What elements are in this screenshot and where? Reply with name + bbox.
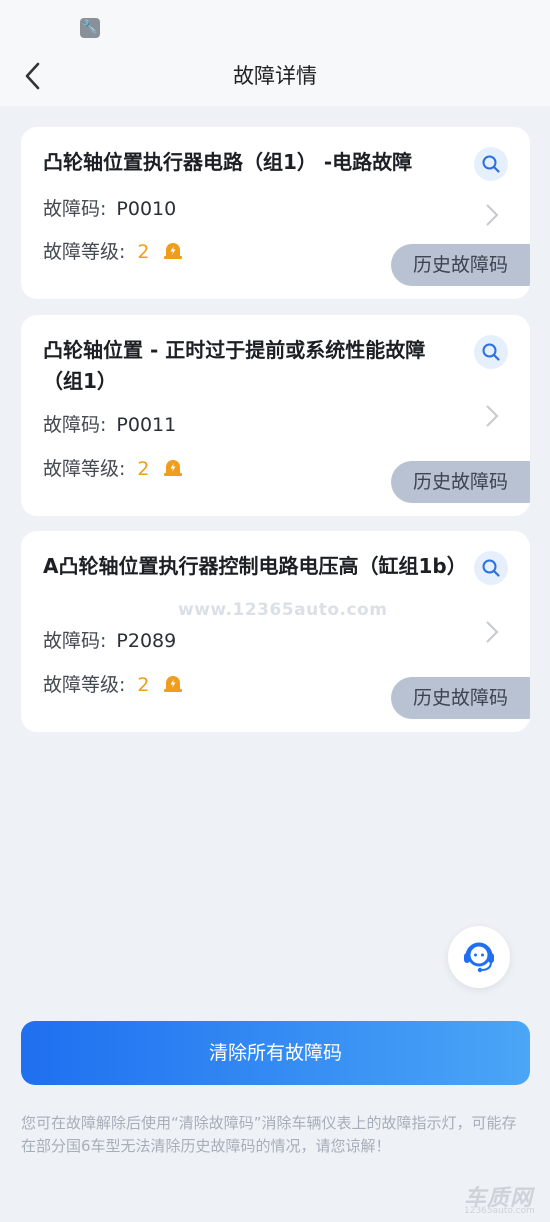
history-codes-button[interactable]: 历史故障码 (391, 677, 530, 719)
search-button[interactable] (474, 147, 508, 181)
fault-level-label: 故障等级: (43, 674, 126, 696)
fault-level-row: 故障等级: 2 (43, 454, 184, 481)
customer-service-icon (464, 942, 494, 973)
fault-level: 2 (137, 241, 150, 263)
clear-all-codes-button[interactable]: 清除所有故障码 (21, 1021, 530, 1085)
fault-title: 凸轮轴位置 - 正时过于提前或系统性能故障（组1） (43, 338, 426, 393)
search-icon (482, 155, 500, 173)
warning-light-icon (163, 243, 182, 259)
top-bar: 🔧 故障详情 (0, 0, 550, 106)
watermark: www.12365auto.com (178, 600, 388, 620)
fault-code: P0011 (116, 414, 177, 436)
chevron-right-icon[interactable] (484, 403, 500, 429)
history-codes-button[interactable]: 历史故障码 (391, 244, 530, 286)
fault-code-label: 故障码: (43, 414, 107, 436)
wrench-icon: 🔧 (80, 18, 100, 38)
chevron-right-icon[interactable] (484, 202, 500, 228)
warning-light-icon (163, 460, 182, 476)
fault-level: 2 (137, 674, 150, 696)
customer-service-button[interactable] (448, 926, 510, 988)
page-title: 故障详情 (233, 64, 317, 88)
history-codes-button[interactable]: 历史故障码 (391, 461, 530, 503)
fault-code-row: 故障码: P0011 (43, 410, 176, 437)
warning-light-icon (163, 676, 182, 692)
fault-code: P2089 (116, 630, 177, 652)
fault-code-row: 故障码: P2089 (43, 626, 176, 653)
search-icon (482, 559, 500, 577)
chevron-right-icon[interactable] (484, 619, 500, 645)
fault-card[interactable]: 凸轮轴位置执行器电路（组1） -电路故障 故障码: P0010 故障等级: 2 历史… (21, 127, 530, 299)
fault-code-label: 故障码: (43, 198, 107, 220)
fault-level-row: 故障等级: 2 (43, 670, 184, 697)
search-button[interactable] (474, 551, 508, 585)
fault-level-label: 故障等级: (43, 458, 126, 480)
search-button[interactable] (474, 335, 508, 369)
brand-logo: 车质网 12365auto.com (458, 1180, 548, 1220)
fault-level: 2 (137, 458, 150, 480)
brand-url: 12365auto.com (464, 1206, 535, 1216)
fault-title: A凸轮轴位置执行器控制电路电压高（缸组1b） (43, 554, 467, 578)
fault-level-row: 故障等级: 2 (43, 237, 184, 264)
fault-card[interactable]: 凸轮轴位置 - 正时过于提前或系统性能故障（组1） 故障码: P0011 故障等级… (21, 315, 530, 516)
fault-code-label: 故障码: (43, 630, 107, 652)
fault-card[interactable]: A凸轮轴位置执行器控制电路电压高（缸组1b） 故障码: P2089 故障等级: 2 … (21, 531, 530, 732)
search-icon (482, 343, 500, 361)
fault-title: 凸轮轴位置执行器电路（组1） -电路故障 (43, 150, 413, 174)
notice-text: 您可在故障解除后使用“清除故障码”消除车辆仪表上的故障指示灯，可能存在部分国6车… (21, 1114, 517, 1155)
fault-code-row: 故障码: P0010 (43, 194, 176, 221)
fault-code: P0010 (116, 198, 177, 220)
fault-level-label: 故障等级: (43, 241, 126, 263)
